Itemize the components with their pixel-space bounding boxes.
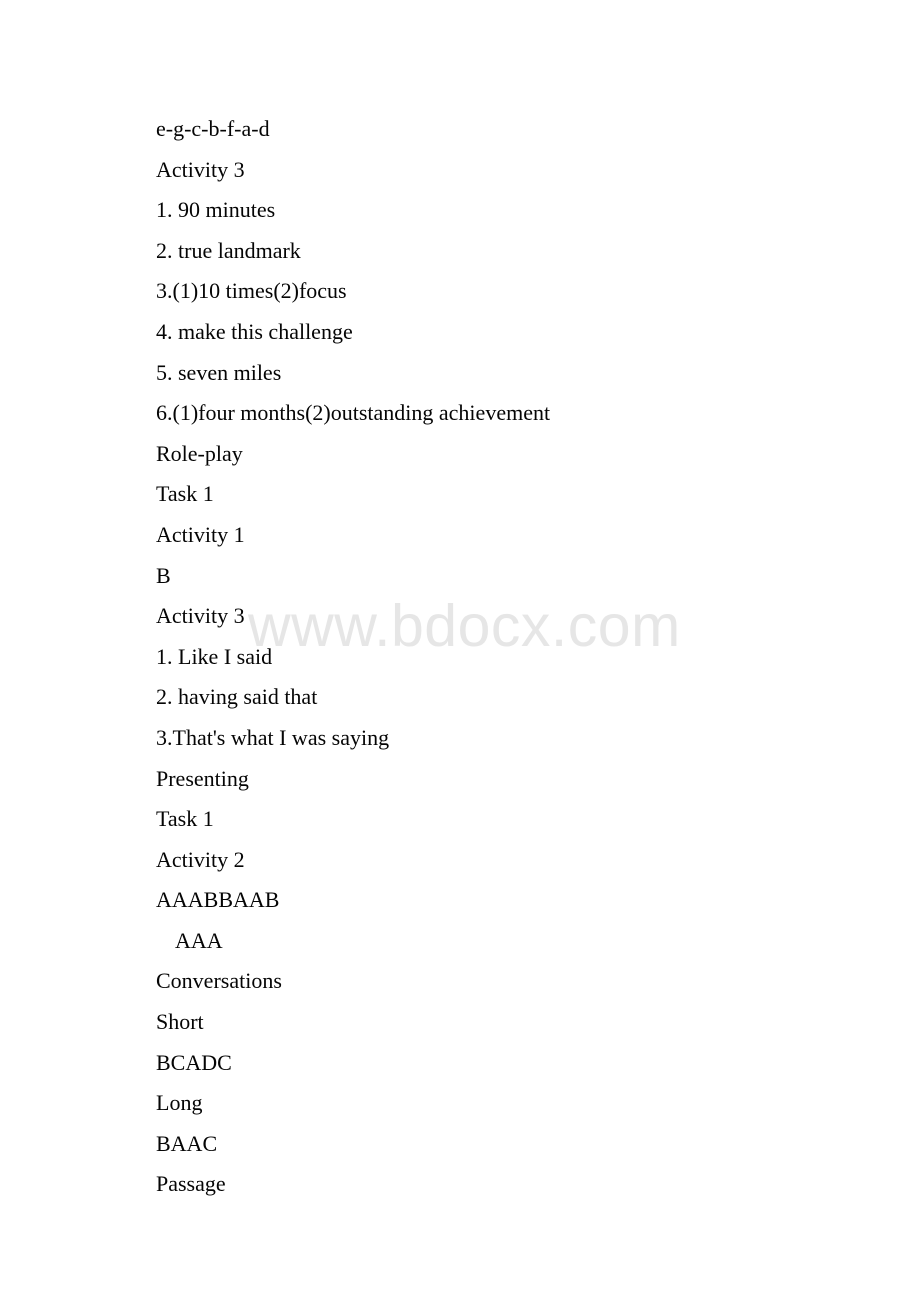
- document-line: 2. having said that: [156, 684, 318, 710]
- document-line: Task 1: [156, 806, 214, 832]
- document-line: 5. seven miles: [156, 359, 282, 385]
- document-line: Activity 3: [156, 603, 245, 629]
- document-line: 1. 90 minutes: [156, 197, 276, 223]
- document-line: AAABBAAB: [156, 887, 280, 913]
- document-body: e-g-c-b-f-a-d Activity 3 1. 90 minutes 2. t…: [0, 0, 920, 1205]
- document-line: B: [156, 562, 171, 588]
- document-line: Role-play: [156, 440, 243, 466]
- document-line: 3.(1)10 times(2)focus: [156, 278, 347, 304]
- document-line: Activity 2: [156, 846, 245, 872]
- document-line: Passage: [156, 1171, 226, 1197]
- document-line: 1. Like I said: [156, 643, 273, 669]
- document-page: www.bdocx.com e-g-c-b-f-a-d Activity 3 1. …: [0, 0, 920, 1302]
- document-line: AAA: [175, 927, 223, 953]
- document-line: Activity 3: [156, 156, 245, 182]
- document-line: Task 1: [156, 481, 214, 507]
- document-line: 6.(1)four months(2)outstanding achieveme…: [156, 400, 551, 426]
- document-line: Long: [156, 1090, 203, 1116]
- document-line: BCADC: [156, 1049, 232, 1075]
- document-line: e-g-c-b-f-a-d: [156, 116, 270, 141]
- document-line: 2. true landmark: [156, 237, 301, 263]
- document-line: Conversations: [156, 968, 282, 994]
- document-line: Presenting: [156, 765, 249, 791]
- document-line: BAAC: [156, 1130, 218, 1156]
- document-line: Short: [156, 1009, 204, 1035]
- document-line: Activity 1: [156, 521, 245, 547]
- document-line: 3.That's what I was saying: [156, 724, 390, 750]
- document-line: 4. make this challenge: [156, 318, 353, 344]
